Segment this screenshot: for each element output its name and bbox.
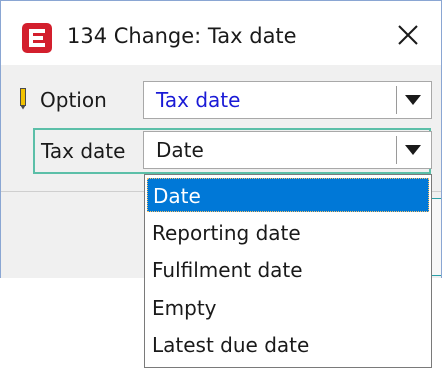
chevron-down-icon — [405, 95, 421, 105]
dropdown-option-date[interactable]: Date — [147, 178, 429, 212]
tax-date-select-separator — [396, 136, 397, 164]
tax-date-dropdown-button[interactable] — [399, 135, 427, 165]
dropdown-option-empty[interactable]: Empty — [147, 291, 429, 325]
close-button[interactable] — [390, 18, 426, 52]
window-title: 134 Change: Tax date — [67, 24, 297, 48]
tax-date-label: Tax date — [41, 139, 126, 163]
option-select[interactable]: Tax date — [143, 81, 432, 119]
pencil-icon — [20, 88, 26, 110]
option-select-separator — [396, 86, 397, 114]
option-label: Option — [40, 88, 107, 112]
close-icon — [398, 25, 418, 45]
dropdown-option-latest-due-date[interactable]: Latest due date — [147, 328, 429, 362]
tax-date-select-value: Date — [156, 138, 204, 162]
chevron-down-icon — [405, 145, 421, 155]
dropdown-option-reporting-date[interactable]: Reporting date — [147, 216, 429, 250]
title-bar: 134 Change: Tax date — [1, 1, 441, 65]
tax-date-select[interactable]: Date — [143, 131, 432, 169]
option-dropdown-button[interactable] — [399, 85, 427, 115]
option-select-value: Tax date — [156, 88, 241, 112]
dropdown-option-fulfilment-date[interactable]: Fulfilment date — [147, 253, 429, 287]
app-logo-icon — [22, 23, 52, 53]
tax-date-dropdown-list: Date Reporting date Fulfilment date Empt… — [144, 174, 432, 368]
